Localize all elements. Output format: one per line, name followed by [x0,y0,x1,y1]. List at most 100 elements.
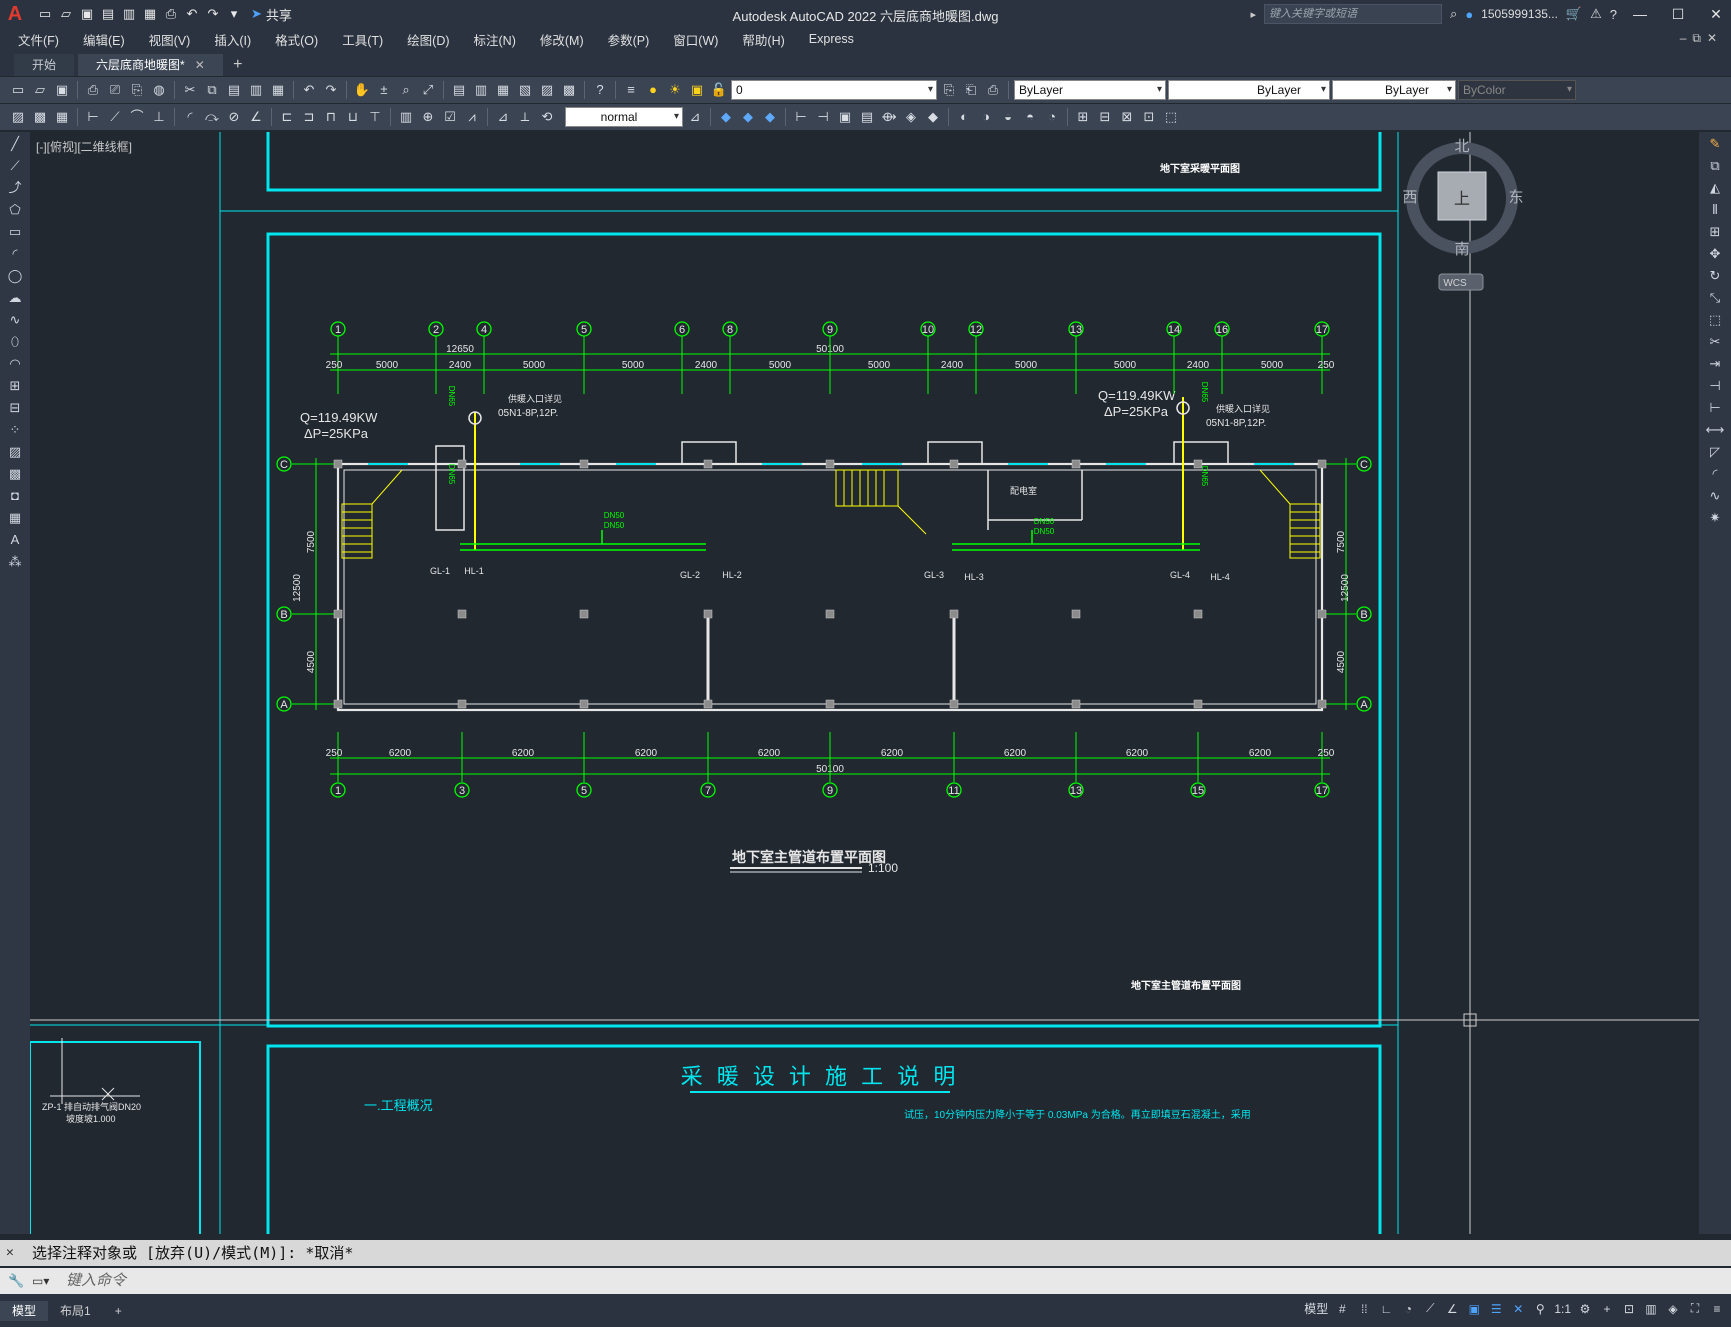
revision-cloud-icon[interactable]: ☁ [5,288,25,308]
save-as-icon[interactable]: ▤ [99,5,117,23]
fillet-icon[interactable]: ◜ [1705,464,1725,484]
viewcube-wcs[interactable]: WCS [1443,278,1467,289]
dim-update-icon[interactable]: ⟲ [537,107,557,127]
new-tab-button[interactable]: + [227,54,249,76]
search-input[interactable]: 键入关键字或短语 [1264,4,1443,24]
arc-icon[interactable]: ◜ [5,244,25,264]
qdim-icon[interactable]: ▩ [30,107,50,127]
field-icon[interactable]: ◈ [901,107,921,127]
dimedit-icon[interactable]: ⊿ [493,107,513,127]
save-icon[interactable]: ▣ [52,80,72,100]
tab-drawing[interactable]: 六层底商地暖图* ✕ [78,54,223,76]
lights-icon[interactable]: ◒ [998,107,1018,127]
lineweight-select[interactable]: ByLayer [1332,80,1456,100]
region-icon[interactable]: ◘ [5,486,25,506]
ellipse-arc-icon[interactable]: ◠ [5,354,25,374]
pan-icon[interactable]: ✋ [352,80,372,100]
dimtedit-icon[interactable]: ⟂ [515,107,535,127]
aligned-dim-icon[interactable]: ⟋ [105,107,125,127]
mtext-icon[interactable]: A [5,530,25,550]
user-name[interactable]: 1505999135... [1481,7,1558,21]
zoom-realtime-icon[interactable]: ± [374,80,394,100]
close-tab-icon[interactable]: ✕ [195,58,205,72]
dim-icon[interactable]: ▨ [8,107,28,127]
circle-icon[interactable]: ◯ [5,266,25,286]
grid-icon[interactable]: # [1334,1302,1350,1316]
markup-icon[interactable]: ▨ [537,80,557,100]
extend-icon[interactable]: ⇥ [1705,354,1725,374]
construction-line-icon[interactable]: ⟋ [5,156,25,176]
polyline-icon[interactable]: ⤴ [5,178,25,198]
save-icon[interactable]: ▣ [78,5,96,23]
break-at-point-icon[interactable]: ⊣ [1705,376,1725,396]
viewcube-face[interactable]: 上 [1454,190,1470,208]
open-icon[interactable]: ▱ [30,80,50,100]
customize-icon[interactable]: ≡ [1709,1302,1725,1316]
close-command-icon[interactable]: ✕ [6,1240,14,1266]
cut-icon[interactable]: ✂ [180,80,200,100]
explode-icon[interactable]: ✷ [1705,508,1725,528]
viewcube[interactable]: 上 北 南 西 东 WCS [1402,138,1524,291]
object-snap-icon[interactable]: ▣ [1466,1302,1482,1316]
redo-icon[interactable]: ↷ [321,80,341,100]
menu-draw[interactable]: 绘图(D) [407,30,449,49]
menu-dimension[interactable]: 标注(N) [474,30,516,49]
design-center-icon[interactable]: ▥ [471,80,491,100]
match-properties-icon[interactable]: ▥ [246,80,266,100]
new-icon[interactable]: ▭ [36,5,54,23]
quickcalc-icon[interactable]: ▩ [559,80,579,100]
blend-curves-icon[interactable]: ∿ [1705,486,1725,506]
menu-help[interactable]: 帮助(H) [742,30,784,49]
block-editor-icon[interactable]: ▦ [268,80,288,100]
sheet-set-icon[interactable]: ▧ [515,80,535,100]
3d-print-icon[interactable]: ◍ [149,80,169,100]
wrench-icon[interactable]: 🔧 [8,1268,24,1294]
maximize-button[interactable]: ☐ [1663,6,1693,23]
menu-tools[interactable]: 工具(T) [342,30,383,49]
point-icon[interactable]: ⁘ [5,420,25,440]
workspace-gear-icon[interactable]: ⚙ [1577,1302,1593,1316]
baseline-dim-icon[interactable]: ⊐ [299,107,319,127]
gradient-icon[interactable]: ▩ [5,464,25,484]
fullscreen-icon[interactable]: ⛶ [1687,1301,1703,1316]
chevron-right-icon[interactable]: ▸ [1251,8,1257,21]
insert-block-icon[interactable]: ⊞ [5,376,25,396]
linear-dim-icon[interactable]: ⊢ [83,107,103,127]
save-web-icon[interactable]: ▦ [141,5,159,23]
radius-dim-icon[interactable]: ◜ [180,107,200,127]
move-icon[interactable]: ✥ [1705,244,1725,264]
open-web-icon[interactable]: ▥ [120,5,138,23]
layer-states-icon[interactable]: ⎙ [983,80,1003,100]
dimstyle-manager-icon[interactable]: ⊿ [685,107,705,127]
polar-icon[interactable]: ◔ [1400,1302,1416,1316]
chamfer-icon[interactable]: ◸ [1705,442,1725,462]
erase-icon[interactable]: ✎ [1705,134,1725,154]
join-icon[interactable]: ⟷ [1705,420,1725,440]
transparency-icon[interactable]: ✕ [1510,1302,1526,1316]
table-icon[interactable]: ▦ [5,508,25,528]
ellipse-icon[interactable]: ⬯ [5,332,25,352]
ucs-face-icon[interactable]: ⊡ [1139,107,1159,127]
help-icon[interactable]: ? [590,80,610,100]
annotation-monitor-icon[interactable]: + [1599,1302,1615,1316]
open-icon[interactable]: ▱ [57,5,75,23]
dimstyle-icon[interactable]: ▦ [52,107,72,127]
add-selected-icon[interactable]: ⁂ [5,552,25,572]
hatch-icon[interactable]: ▨ [5,442,25,462]
menu-modify[interactable]: 修改(M) [540,30,584,49]
ole-icon[interactable]: ▤ [857,107,877,127]
copy-icon[interactable]: ⧉ [202,80,222,100]
line-icon[interactable]: ╱ [5,134,25,154]
view-back-icon[interactable]: ◆ [738,107,758,127]
viewcube-north[interactable]: 北 [1454,138,1469,155]
layer-select[interactable]: 0 [731,80,937,100]
annotation-scale-label[interactable]: 1:1 [1554,1302,1571,1316]
units-icon[interactable]: ⊡ [1621,1302,1637,1316]
continue-dim-icon[interactable]: ⊓ [321,107,341,127]
table-icon[interactable]: ◆ [923,107,943,127]
ordinate-dim-icon[interactable]: ⊥ [149,107,169,127]
command-input[interactable]: 🔧 ▭▾ 键入命令 [0,1268,1731,1294]
share-button[interactable]: ➤ 共享 [251,5,292,24]
dim-space-icon[interactable]: ⊔ [343,107,363,127]
menu-view[interactable]: 视图(V) [149,30,191,49]
